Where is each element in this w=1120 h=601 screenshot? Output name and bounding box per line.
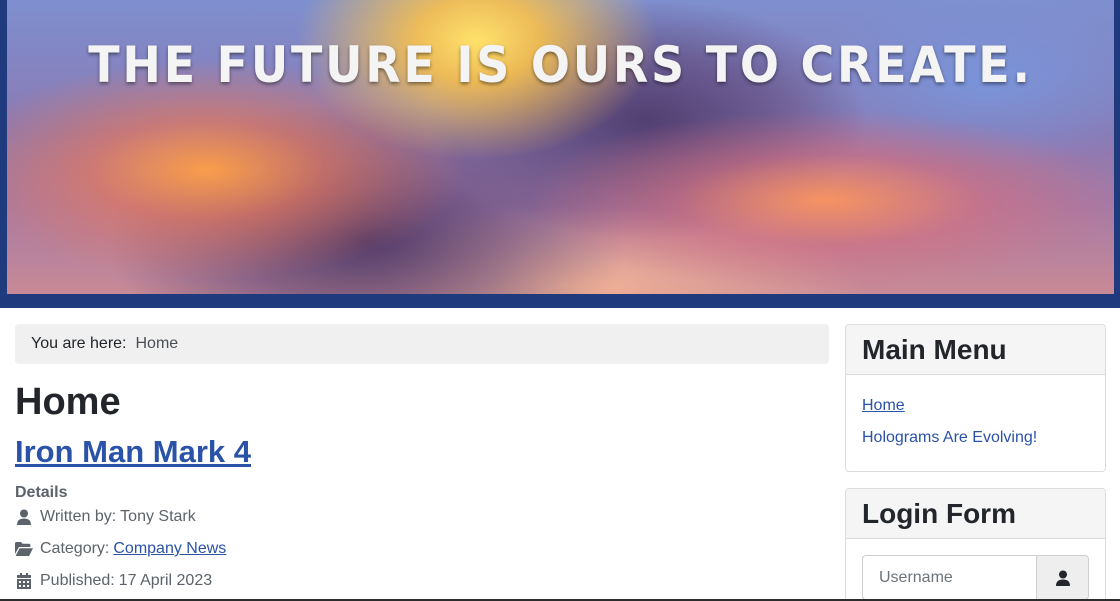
- calendar-icon: [15, 573, 33, 589]
- main-menu-list: Home Holograms Are Evolving!: [846, 375, 1105, 461]
- article-category-row: Category: Company News: [15, 539, 226, 559]
- published-date: 17 April 2023: [118, 572, 213, 589]
- user-icon: [1036, 555, 1089, 600]
- main-menu-module: Main Menu Home Holograms Are Evolving!: [845, 324, 1106, 472]
- site-header: THE FUTURE IS OURS TO CREATE.: [0, 0, 1120, 308]
- article-details-label: Details: [15, 484, 68, 501]
- published-label: Published:: [40, 572, 115, 589]
- breadcrumb-current: Home: [135, 335, 179, 352]
- breadcrumb: You are here: Home: [15, 324, 829, 364]
- main-menu-title: Main Menu: [846, 325, 1105, 375]
- user-icon: [15, 509, 33, 525]
- username-input-group: [862, 555, 1089, 600]
- category-label: Category:: [40, 540, 110, 557]
- breadcrumb-prefix: You are here:: [31, 335, 127, 352]
- menu-link-home[interactable]: Home: [862, 397, 905, 414]
- folder-open-icon: [15, 541, 33, 557]
- username-input[interactable]: [862, 555, 1036, 600]
- page-title: Home: [15, 381, 121, 423]
- article-published-row: Published: 17 April 2023: [15, 571, 212, 591]
- author-name: Tony Stark: [120, 508, 196, 525]
- header-banner-image: THE FUTURE IS OURS TO CREATE.: [7, 0, 1114, 294]
- menu-item-home: Home: [862, 397, 1089, 429]
- page: THE FUTURE IS OURS TO CREATE. You are he…: [0, 0, 1120, 601]
- menu-item-holograms: Holograms Are Evolving!: [862, 429, 1089, 461]
- article-title-link[interactable]: Iron Man Mark 4: [15, 434, 251, 470]
- category-link[interactable]: Company News: [113, 540, 226, 558]
- article-author-row: Written by: Tony Stark: [15, 507, 196, 527]
- author-label: Written by:: [40, 508, 117, 525]
- login-form-body: [846, 539, 1105, 601]
- login-form-title: Login Form: [846, 489, 1105, 539]
- login-form-module: Login Form: [845, 488, 1106, 601]
- menu-link-holograms[interactable]: Holograms Are Evolving!: [862, 429, 1037, 446]
- banner-title: THE FUTURE IS OURS TO CREATE.: [88, 36, 1033, 94]
